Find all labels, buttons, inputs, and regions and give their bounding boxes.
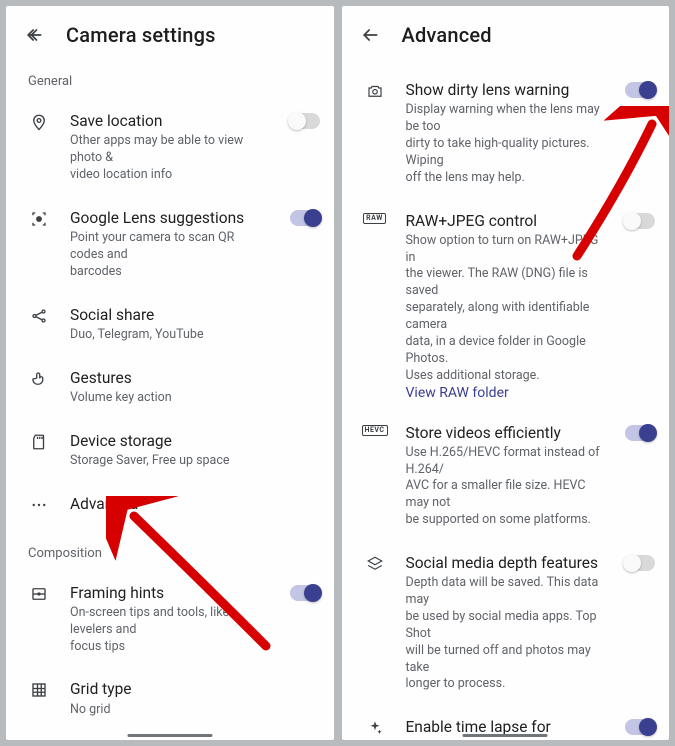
toggle-lens[interactable] — [290, 210, 320, 226]
toggle-framing[interactable] — [290, 585, 320, 601]
title: Google Lens suggestions — [70, 208, 270, 228]
row-store-videos[interactable]: HEVC Store videos efficiently Use H.265/… — [342, 411, 670, 542]
desc: Depth data will be saved. This data mayb… — [406, 575, 606, 693]
row-raw-jpeg[interactable]: RAW RAW+JPEG control Show option to turn… — [342, 199, 670, 389]
row-lens-suggestions[interactable]: Google Lens suggestions Point your camer… — [6, 196, 334, 293]
desc: Volume key action — [70, 390, 300, 407]
row-device-storage[interactable]: Device storage Storage Saver, Free up sp… — [6, 419, 334, 482]
desc: Other apps may be able to view photo &vi… — [70, 133, 270, 184]
desc: No grid — [70, 702, 300, 719]
title: Show dirty lens warning — [406, 80, 606, 100]
row-grid-type[interactable]: Grid type No grid — [6, 667, 334, 730]
right-screen: Advanced Show dirty lens warning Display… — [342, 6, 670, 740]
row-gestures[interactable]: Gestures Volume key action — [6, 356, 334, 419]
desc: Display warning when the lens may be too… — [406, 102, 606, 186]
back-icon[interactable] — [360, 25, 380, 45]
desc: Point your camera to scan QR codes andba… — [70, 230, 270, 281]
row-framing-hints[interactable]: Framing hints On-screen tips and tools, … — [6, 571, 334, 668]
title: Social share — [70, 305, 320, 325]
settings-list: Show dirty lens warning Display warning … — [342, 64, 670, 740]
row-depth[interactable]: Social media depth features Depth data w… — [342, 541, 670, 705]
title: Save location — [70, 111, 270, 131]
title: Device storage — [70, 431, 320, 451]
hevc-icon: HEVC — [364, 423, 386, 436]
raw-icon: RAW — [364, 211, 386, 224]
location-icon — [28, 111, 50, 131]
title: Gestures — [70, 368, 320, 388]
row-dirty-lens[interactable]: Show dirty lens warning Display warning … — [342, 68, 670, 199]
gesture-bar[interactable] — [127, 734, 212, 737]
layers-icon — [364, 553, 386, 573]
framing-icon — [28, 583, 50, 603]
appbar: Camera settings — [6, 6, 334, 64]
page-title: Camera settings — [66, 23, 216, 47]
desc: Storage Saver, Free up space — [70, 453, 300, 470]
toggle-save-location[interactable] — [290, 113, 320, 129]
share-icon — [28, 305, 50, 325]
title: Grid type — [70, 679, 320, 699]
row-save-location[interactable]: Save location Other apps may be able to … — [6, 99, 334, 196]
more-icon — [28, 494, 50, 514]
desc: On-screen tips and tools, like levelers … — [70, 605, 270, 656]
appbar: Advanced — [342, 6, 670, 64]
link-view-raw-folder[interactable]: View RAW folder — [342, 385, 670, 401]
toggle-dirty-lens[interactable] — [625, 82, 655, 98]
desc: Duo, Telegram, YouTube — [70, 327, 300, 344]
page-title: Advanced — [402, 23, 492, 47]
back-icon[interactable] — [24, 25, 44, 45]
toggle-astro[interactable] — [625, 719, 655, 735]
gesture-bar[interactable] — [463, 734, 548, 737]
gesture-icon — [28, 368, 50, 388]
row-social-share[interactable]: Social share Duo, Telegram, YouTube — [6, 293, 334, 356]
settings-list: General Save location Other apps may be … — [6, 64, 334, 740]
title: Store videos efficiently — [406, 423, 606, 443]
camera-warning-icon — [364, 80, 386, 100]
toggle-depth[interactable] — [625, 555, 655, 571]
left-screen: Camera settings General Save location Ot… — [6, 6, 334, 740]
title: RAW+JPEG control — [406, 211, 606, 231]
toggle-raw[interactable] — [625, 213, 655, 229]
desc: Show option to turn on RAW+JPEG inthe vi… — [406, 233, 606, 385]
section-composition: Composition — [6, 526, 334, 571]
title: Social media depth features — [406, 553, 606, 573]
sparkle-icon — [364, 717, 386, 737]
desc: Use H.265/HEVC format instead of H.264/A… — [406, 445, 606, 529]
grid-icon — [28, 679, 50, 699]
sdcard-icon — [28, 431, 50, 451]
toggle-hevc[interactable] — [625, 425, 655, 441]
row-advanced[interactable]: Advanced — [6, 482, 334, 526]
section-general: General — [6, 68, 334, 99]
title: Framing hints — [70, 583, 270, 603]
title: Advanced — [70, 494, 320, 514]
lens-icon — [28, 208, 50, 228]
